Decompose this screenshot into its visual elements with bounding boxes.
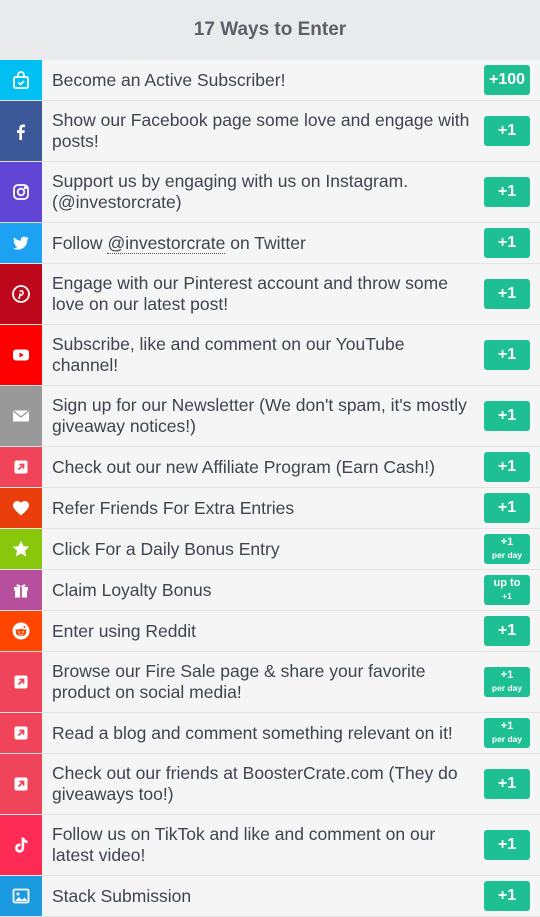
badge-value: +1	[500, 720, 514, 732]
entry-label: Follow @investorcrate on Twitter	[42, 223, 484, 263]
entry-row[interactable]: Claim Loyalty Bonus up to +1	[0, 570, 540, 611]
entry-points-badge: +1	[484, 340, 530, 370]
entry-row[interactable]: Browse our Fire Sale page & share your f…	[0, 652, 540, 713]
badge-caption: per day	[491, 550, 523, 560]
pinterest-icon	[0, 264, 42, 324]
entry-label-text: Check out our friends at BoosterCrate.co…	[52, 763, 458, 804]
entry-row[interactable]: Support us by engaging with us on Instag…	[0, 162, 540, 223]
entry-label: Refer Friends For Extra Entries	[42, 488, 484, 528]
entry-row[interactable]: Check out our friends at BoosterCrate.co…	[0, 754, 540, 815]
badge-caption: per day	[491, 734, 523, 744]
entry-label-text: Support us by engaging with us on Instag…	[52, 171, 409, 212]
entry-label: Support us by engaging with us on Instag…	[42, 162, 484, 222]
reddit-icon	[0, 611, 42, 651]
entry-label-prefix: Follow	[52, 232, 108, 253]
entry-points-badge: +1	[484, 116, 530, 146]
entry-points-badge: +1 per day	[484, 534, 530, 564]
twitter-icon	[0, 223, 42, 263]
entry-points-badge: +1	[484, 177, 530, 207]
image-icon	[0, 876, 42, 916]
youtube-icon	[0, 325, 42, 385]
entry-points-badge: +1	[484, 493, 530, 523]
entry-points-badge: +1	[484, 228, 530, 258]
instagram-icon	[0, 162, 42, 222]
entry-label: Enter using Reddit	[42, 611, 484, 651]
entry-label: Stack Submission	[42, 876, 484, 916]
entry-points-badge: +1 per day	[484, 718, 530, 748]
entry-points-badge: +1	[484, 830, 530, 860]
entry-label-text: Check out our new Affiliate Program (Ear…	[52, 456, 435, 477]
entry-label: Read a blog and comment something releva…	[42, 713, 484, 753]
entry-label: Claim Loyalty Bonus	[42, 570, 484, 610]
entry-points-badge: +1	[484, 616, 530, 646]
entry-points-badge: up to +1	[484, 575, 530, 605]
badge-caption: per day	[491, 683, 523, 693]
external-link-icon	[0, 713, 42, 753]
entry-row[interactable]: Read a blog and comment something releva…	[0, 713, 540, 754]
entry-label-text: Follow us on TikTok and like and comment…	[52, 824, 436, 865]
entry-row[interactable]: Sign up for our Newsletter (We don't spa…	[0, 386, 540, 447]
badge-value: +1	[500, 669, 514, 681]
entry-row[interactable]: Enter using Reddit +1	[0, 611, 540, 652]
entry-row[interactable]: Engage with our Pinterest account and th…	[0, 264, 540, 325]
badge-caption: +1	[502, 591, 512, 601]
external-link-icon	[0, 447, 42, 487]
entry-label-suffix: on Twitter	[225, 232, 306, 253]
entry-label: Engage with our Pinterest account and th…	[42, 264, 484, 324]
entry-label-text: Become an Active Subscriber!	[52, 69, 286, 90]
entry-row[interactable]: Follow @investorcrate on Twitter +1	[0, 223, 540, 264]
external-link-icon	[0, 754, 42, 814]
entry-label: Follow us on TikTok and like and comment…	[42, 815, 484, 875]
entry-points-badge: +1	[484, 401, 530, 431]
entry-label-text: Engage with our Pinterest account and th…	[52, 273, 448, 314]
entry-points-badge: +1	[484, 881, 530, 911]
entry-label-text: Subscribe, like and comment on our YouTu…	[52, 334, 405, 375]
entry-label: Check out our new Affiliate Program (Ear…	[42, 447, 484, 487]
entry-label-text: Enter using Reddit	[52, 620, 196, 641]
entry-row[interactable]: Stack Submission +1	[0, 876, 540, 917]
entry-row[interactable]: Check out our new Affiliate Program (Ear…	[0, 447, 540, 488]
envelope-icon	[0, 386, 42, 446]
entry-row[interactable]: Click For a Daily Bonus Entry +1 per day	[0, 529, 540, 570]
entry-row[interactable]: Become an Active Subscriber! +100	[0, 60, 540, 101]
entry-label: Check out our friends at BoosterCrate.co…	[42, 754, 484, 814]
badge-value: +1	[500, 536, 514, 548]
entry-points-badge: +1 per day	[484, 667, 530, 697]
entry-label-text: Refer Friends For Extra Entries	[52, 497, 295, 518]
entry-points-badge: +1	[484, 452, 530, 482]
entry-row[interactable]: Follow us on TikTok and like and comment…	[0, 815, 540, 876]
entry-row[interactable]: Show our Facebook page some love and eng…	[0, 101, 540, 162]
twitter-handle-link[interactable]: @investorcrate	[107, 232, 226, 254]
entry-points-badge: +1	[484, 279, 530, 309]
entry-label: Subscribe, like and comment on our YouTu…	[42, 325, 484, 385]
header: 17 Ways to Enter	[0, 0, 540, 60]
entry-label: Browse our Fire Sale page & share your f…	[42, 652, 484, 712]
tiktok-icon	[0, 815, 42, 875]
entry-row[interactable]: Subscribe, like and comment on our YouTu…	[0, 325, 540, 386]
subscriber-bag-icon	[0, 60, 42, 100]
entry-points-badge: +100	[484, 65, 530, 95]
entry-label-text: Stack Submission	[52, 885, 192, 906]
entry-row[interactable]: Refer Friends For Extra Entries +1	[0, 488, 540, 529]
external-link-icon	[0, 652, 42, 712]
star-icon	[0, 529, 42, 569]
entry-label-text: Click For a Daily Bonus Entry	[52, 538, 280, 559]
entry-label-text: Read a blog and comment something releva…	[52, 722, 453, 743]
entry-label: Become an Active Subscriber!	[42, 60, 484, 100]
heart-icon	[0, 488, 42, 528]
facebook-icon	[0, 101, 42, 161]
entry-list: Become an Active Subscriber! +100 Show our…	[0, 60, 540, 917]
entry-label: Sign up for our Newsletter (We don't spa…	[42, 386, 484, 446]
entry-label: Click For a Daily Bonus Entry	[42, 529, 484, 569]
badge-value: up to	[493, 577, 521, 589]
page-title: 17 Ways to Enter	[193, 19, 347, 40]
gift-icon	[0, 570, 42, 610]
entry-label-text: Browse our Fire Sale page & share your f…	[52, 661, 426, 702]
entry-label-text: Sign up for our Newsletter (We don't spa…	[52, 395, 467, 436]
entry-label-text: Show our Facebook page some love and eng…	[52, 110, 470, 151]
entry-label: Show our Facebook page some love and eng…	[42, 101, 484, 161]
entry-points-badge: +1	[484, 769, 530, 799]
entry-label-text: Claim Loyalty Bonus	[52, 579, 212, 600]
